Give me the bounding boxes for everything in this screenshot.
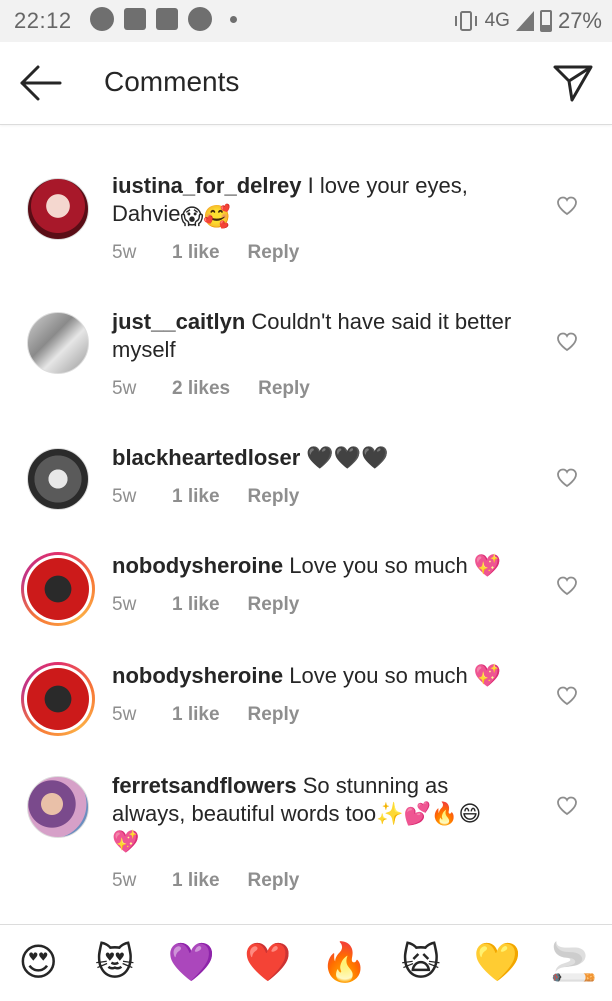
battery-icon xyxy=(539,10,552,32)
heart-icon[interactable] xyxy=(556,468,578,488)
comment-meta: 5w 1 like Reply xyxy=(112,704,299,726)
comment-meta: 5w 1 like Reply xyxy=(112,870,299,892)
comment-text: ferretsandflowers So stunning as always,… xyxy=(112,772,532,856)
battery-percent: 27% xyxy=(557,8,602,33)
avatar xyxy=(27,668,89,730)
emoji-fire[interactable]: 🔥 xyxy=(314,944,374,982)
comment-text-line2: always, beautiful words too✨💕🔥😄 xyxy=(112,801,482,826)
more-notifications-icon xyxy=(230,15,237,23)
heart-icon[interactable] xyxy=(556,196,578,216)
avatar[interactable] xyxy=(27,776,89,838)
comment-text-line1: Couldn't have said it better xyxy=(245,309,512,334)
image-icon xyxy=(124,8,146,30)
comment-meta: 5w 1 like Reply xyxy=(112,594,299,616)
comment-age: 5w xyxy=(112,870,137,891)
comment-item: nobodysheroine Love you so much 💖 5w 1 l… xyxy=(0,614,612,736)
comment-username[interactable]: ferretsandflowers xyxy=(112,773,297,798)
emoji-cigarette[interactable]: 🚬 xyxy=(544,944,604,982)
avatar[interactable] xyxy=(27,448,89,510)
comment-text-line1: Love you so much 💖 xyxy=(283,553,502,578)
comment-likes[interactable]: 1 like xyxy=(172,870,220,892)
comment-emojis: 😱🥰 xyxy=(180,204,231,229)
reply-button[interactable]: Reply xyxy=(248,870,300,892)
comment-username[interactable]: just__caitlyn xyxy=(112,309,245,334)
comment-text-line2: Dahvie xyxy=(112,201,181,226)
network-label: 4G xyxy=(484,10,510,31)
notification-circle-icon xyxy=(188,7,212,31)
emoji-heart-eyes[interactable]: 😍 xyxy=(8,944,68,982)
comment-age: 5w xyxy=(112,594,137,615)
comment-likes[interactable]: 1 like xyxy=(172,704,220,726)
comment-text: nobodysheroine Love you so much 💖 xyxy=(112,662,532,690)
avatar[interactable] xyxy=(27,178,89,240)
comment-username[interactable]: nobodysheroine xyxy=(112,663,283,688)
comment-text-line1: I love your eyes, xyxy=(301,173,468,198)
comment-item: nobodysheroine Love you so much 💖 5w 1 l… xyxy=(0,504,612,626)
comment-text-line1: So stunning as xyxy=(296,773,449,798)
heart-icon[interactable] xyxy=(556,332,578,352)
avatar xyxy=(27,558,89,620)
comment-text: blackheartedloser 🖤🖤🖤 xyxy=(112,444,532,472)
comment-age: 5w xyxy=(112,704,137,725)
paper-plane-icon[interactable] xyxy=(552,62,594,104)
comment-username[interactable]: iustina_for_delrey xyxy=(112,173,302,198)
comment-text-line3: 💖 xyxy=(112,829,140,854)
status-bar: 22:12 4G 27% xyxy=(0,0,612,42)
avatar-inner xyxy=(24,555,92,623)
emoji-weary-cat[interactable]: 🙀 xyxy=(391,944,451,982)
status-time: 22:12 xyxy=(14,8,72,33)
vibrate-icon xyxy=(454,11,477,31)
comment-text-line1: Love you so much 💖 xyxy=(283,663,502,688)
emoji-purple-heart[interactable]: 💜 xyxy=(161,944,221,982)
emoji-quick-bar: 😍 😻 💜 ❤️ 🔥 🙀 💛 🚬 xyxy=(0,924,612,1001)
comment-username[interactable]: nobodysheroine xyxy=(112,553,283,578)
avatar[interactable] xyxy=(27,312,89,374)
notification-icons xyxy=(90,7,237,31)
emoji-heart-eyes-cat[interactable]: 😻 xyxy=(85,944,145,982)
status-right: 4G 27% xyxy=(453,8,602,34)
comment-text-line2: myself xyxy=(112,337,176,362)
heart-icon[interactable] xyxy=(556,686,578,706)
notification-circle-icon xyxy=(90,7,114,31)
comment-text: just__caitlyn Couldn't have said it bett… xyxy=(112,308,532,364)
arrow-left-icon[interactable] xyxy=(18,62,64,104)
signal-icon xyxy=(515,11,534,31)
comment-item: iustina_for_delrey I love your eyes, Dah… xyxy=(0,124,612,263)
reply-button[interactable]: Reply xyxy=(248,704,300,726)
emoji-red-heart[interactable]: ❤️ xyxy=(238,944,298,982)
comment-list: iustina_for_delrey I love your eyes, Dah… xyxy=(0,124,612,904)
emoji-yellow-heart[interactable]: 💛 xyxy=(467,944,527,982)
page-title: Comments xyxy=(104,66,240,97)
comment-text: iustina_for_delrey I love your eyes, Dah… xyxy=(112,172,532,231)
comment-item: ferretsandflowers So stunning as always,… xyxy=(0,724,612,904)
avatar-inner xyxy=(24,665,92,733)
comment-likes[interactable]: 1 like xyxy=(172,594,220,616)
comment-text: nobodysheroine Love you so much 💖 xyxy=(112,552,532,580)
heart-icon[interactable] xyxy=(556,576,578,596)
reply-button[interactable]: Reply xyxy=(248,594,300,616)
comment-username[interactable]: blackheartedloser xyxy=(112,445,300,470)
message-icon xyxy=(156,8,178,30)
comment-item: blackheartedloser 🖤🖤🖤 5w 1 like Reply xyxy=(0,396,612,510)
heart-icon[interactable] xyxy=(556,796,578,816)
comment-text-line1: 🖤🖤🖤 xyxy=(300,445,389,470)
comment-item: just__caitlyn Couldn't have said it bett… xyxy=(0,260,612,399)
header: Comments xyxy=(0,42,612,125)
